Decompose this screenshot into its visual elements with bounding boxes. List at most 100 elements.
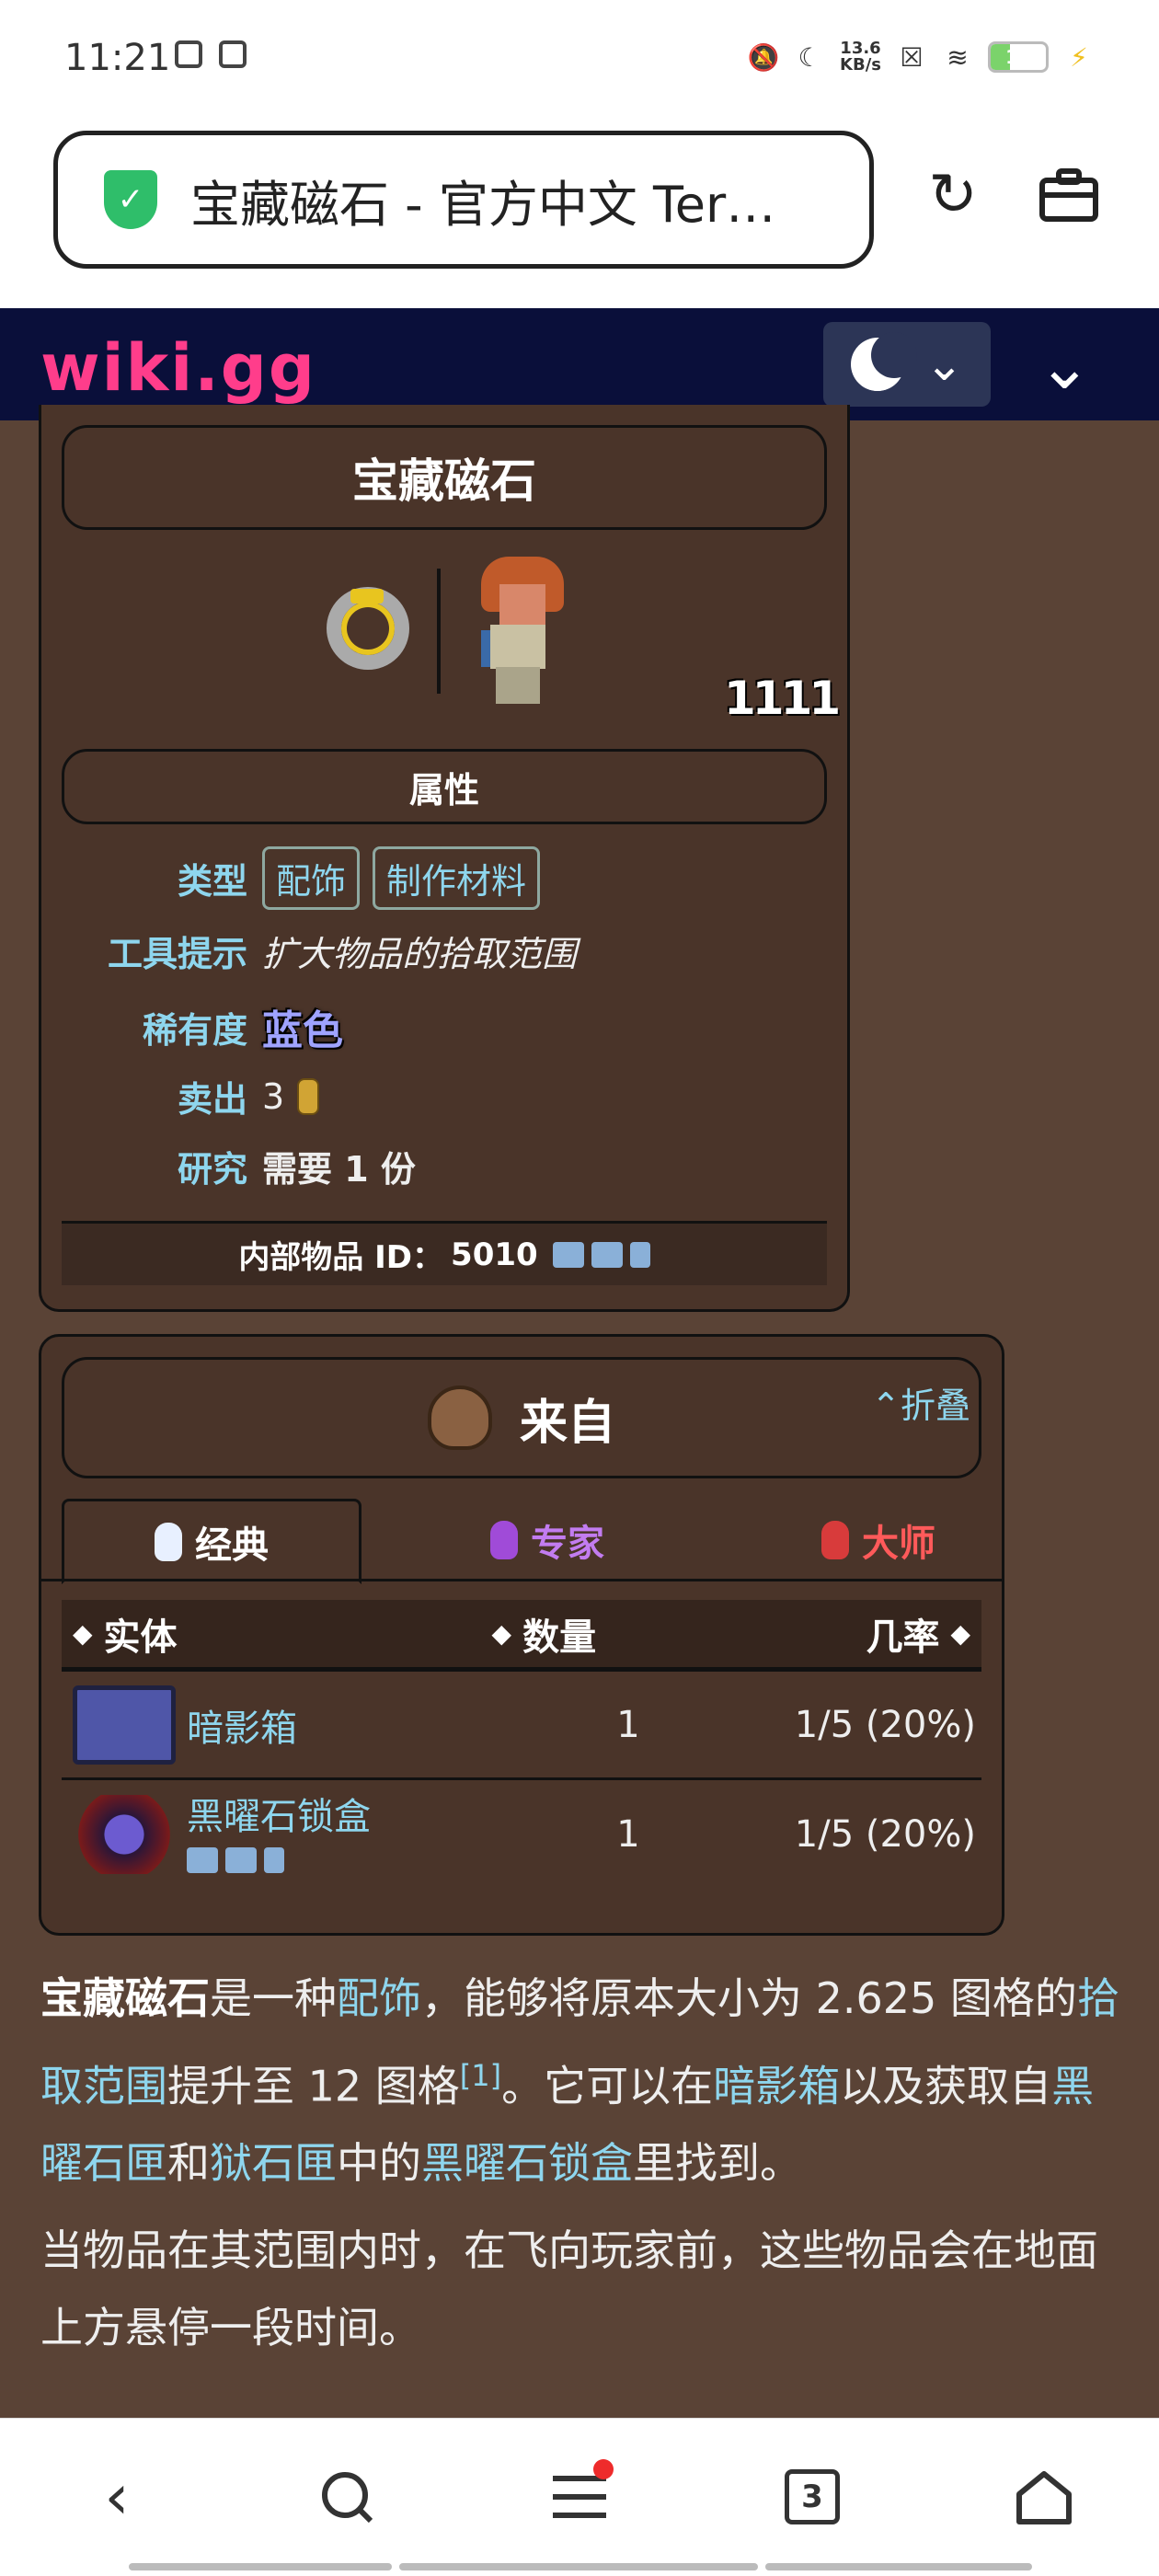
citation-link[interactable]: [1]	[460, 2058, 501, 2093]
column-quantity[interactable]: 数量	[522, 1607, 670, 1661]
tv-icon	[175, 40, 202, 68]
home-icon[interactable]	[1003, 2455, 1085, 2538]
obtained-from-box: 来自 ⌃折叠 经典 专家 大师 ◆ 实体 ◆ 数量 几率 ◆ 暗影箱 1 1/5…	[39, 1334, 1004, 1936]
shadow-chest-icon	[73, 1685, 176, 1765]
status-time: 11:21	[64, 37, 171, 79]
research-value: 需要 1 份	[262, 1149, 416, 1190]
type-row: 类型 配饰 制作材料	[41, 846, 541, 910]
type-tag-accessory[interactable]: 配饰	[262, 846, 361, 910]
bag-icon	[427, 1386, 492, 1450]
drops-title: 来自	[62, 1357, 981, 1478]
bunny-icon	[155, 1522, 182, 1561]
column-rate[interactable]: 几率	[670, 1607, 939, 1661]
search-icon[interactable]	[305, 2455, 388, 2538]
sim-off-icon: ☒	[900, 41, 924, 73]
player-sprite	[472, 557, 564, 704]
link-hellstone-crate[interactable]: 狱石匣	[210, 2138, 337, 2188]
entity-cell: 黑曜石锁盒	[187, 1787, 573, 1882]
use-time-value: 1111	[724, 672, 841, 725]
tabs-button[interactable]: 3	[771, 2455, 854, 2538]
link-shadow-chest[interactable]: 暗影箱	[713, 2061, 840, 2110]
address-bar[interactable]: ✓ 宝藏磁石 - 官方中文 Ter…	[53, 131, 874, 269]
sort-icon[interactable]: ◆	[950, 1618, 970, 1649]
chevron-up-icon: ⌃	[871, 1386, 901, 1426]
mobile-icon	[629, 1241, 650, 1268]
console-icon	[591, 1241, 623, 1268]
rarity-label: 稀有度	[142, 1009, 247, 1051]
item-infobox: 宝藏磁石 1111 属性 类型 配饰 制作材料 工具提示 扩大物品的拾取范围 稀…	[39, 405, 850, 1312]
reload-icon[interactable]: ↻	[916, 158, 990, 232]
status-bar: 11:21 🔕 ☾ 13.6 KB/s ☒ ≋ 17 ⚡	[0, 0, 1159, 120]
type-label: 类型	[177, 861, 247, 902]
research-label: 研究	[177, 1149, 247, 1190]
internal-id-bar: 内部物品 ID： 5010	[62, 1221, 827, 1285]
divider	[437, 569, 441, 694]
wiki-header: wiki.gg ⌄ ⌄	[0, 308, 1159, 420]
sort-icon[interactable]: ◆	[492, 1618, 512, 1649]
tab-master[interactable]: 大师	[759, 1499, 998, 1581]
rate-cell: 1/5 (20%)	[794, 1813, 976, 1856]
mute-icon: 🔕	[747, 41, 780, 73]
system-icons: 🔕 ☾ 13.6 KB/s ☒ ≋ 17 ⚡	[748, 40, 1095, 74]
sell-value: 3	[262, 1075, 285, 1117]
tab-classic[interactable]: 经典	[62, 1499, 361, 1584]
notification-icons	[175, 40, 247, 68]
browser-bottom-bar: ‹ 3	[0, 2418, 1159, 2576]
type-tag-material[interactable]: 制作材料	[373, 846, 541, 910]
rate-cell: 1/5 (20%)	[794, 1703, 976, 1746]
article-paragraph-1: 宝藏磁石是一种配饰，能够将原本大小为 2.625 图格的拾取范围提升至 12 图…	[40, 1973, 1119, 2189]
sell-row: 卖出 3	[41, 1071, 320, 1121]
drops-table: ◆ 实体 ◆ 数量 几率 ◆ 暗影箱 1 1/5 (20%) 黑曜石锁盒 1 1…	[62, 1600, 981, 1889]
tooltip-row: 工具提示 扩大物品的拾取范围	[41, 926, 577, 976]
theme-toggle-button[interactable]: ⌄	[823, 322, 991, 407]
internal-id-value: 5010	[451, 1236, 538, 1273]
internal-id-label: 内部物品 ID：	[238, 1239, 444, 1276]
bunny-icon	[490, 1521, 518, 1559]
console-icon	[225, 1847, 257, 1873]
article-paragraph-2: 当物品在其范围内时，在飞向玩家前，这些物品会在地面上方悬停一段时间。	[40, 2225, 1098, 2352]
infobox-title: 宝藏磁石	[62, 425, 827, 530]
menu-chevron-icon[interactable]: ⌄	[1038, 328, 1092, 404]
table-header: ◆ 实体 ◆ 数量 几率 ◆	[62, 1600, 981, 1672]
table-row: 黑曜石锁盒 1 1/5 (20%)	[62, 1780, 981, 1889]
charging-icon: ⚡	[1070, 41, 1088, 73]
tab-expert[interactable]: 专家	[428, 1499, 667, 1581]
drops-title-text: 来自	[519, 1395, 615, 1451]
link-accessory[interactable]: 配饰	[337, 1973, 421, 2023]
collapse-toggle[interactable]: ⌃折叠	[871, 1377, 970, 1428]
tab-count: 3	[785, 2469, 840, 2524]
mobile-icon	[264, 1847, 284, 1873]
bunny-icon	[821, 1521, 849, 1559]
network-speed: 13.6 KB/s	[840, 39, 881, 75]
shield-icon: ✓	[104, 170, 157, 229]
pc-icon	[187, 1847, 218, 1873]
notification-dot	[593, 2459, 614, 2479]
browser-toolbar: ✓ 宝藏磁石 - 官方中文 Ter… ↻	[0, 120, 1159, 308]
difficulty-tabs: 经典 专家 大师	[41, 1499, 1002, 1584]
app-k-icon	[219, 40, 247, 68]
sell-label: 卖出	[177, 1079, 247, 1120]
rarity-value[interactable]: 蓝色	[262, 997, 343, 1056]
tooltip-value: 扩大物品的拾取范围	[262, 934, 578, 974]
wiki-logo[interactable]: wiki.gg	[40, 330, 316, 406]
platform-icons	[187, 1847, 284, 1873]
menu-icon[interactable]	[538, 2455, 621, 2538]
research-row: 研究 需要 1 份	[41, 1141, 416, 1191]
toolbox-icon[interactable]	[1032, 158, 1106, 232]
moon-icon	[850, 332, 917, 391]
moon-icon: ☾	[798, 41, 821, 73]
entity-link[interactable]: 暗影箱	[187, 1698, 573, 1752]
pc-icon	[552, 1241, 584, 1268]
back-icon[interactable]: ‹	[75, 2455, 158, 2538]
entity-link[interactable]: 黑曜石锁盒	[187, 1787, 573, 1840]
link-obsidian-lockbox[interactable]: 黑曜石锁盒	[421, 2138, 633, 2188]
column-entity[interactable]: 实体	[104, 1607, 481, 1661]
treasure-magnet-icon	[327, 587, 409, 670]
sort-icon[interactable]: ◆	[73, 1618, 93, 1649]
quantity-cell: 1	[616, 1813, 640, 1856]
gesture-bar	[129, 2563, 392, 2570]
tooltip-label: 工具提示	[107, 934, 247, 974]
table-row: 暗影箱 1 1/5 (20%)	[62, 1672, 981, 1780]
page-title-in-address: 宝藏磁石 - 官方中文 Ter…	[190, 175, 776, 234]
wifi-icon: ≋	[947, 41, 969, 73]
